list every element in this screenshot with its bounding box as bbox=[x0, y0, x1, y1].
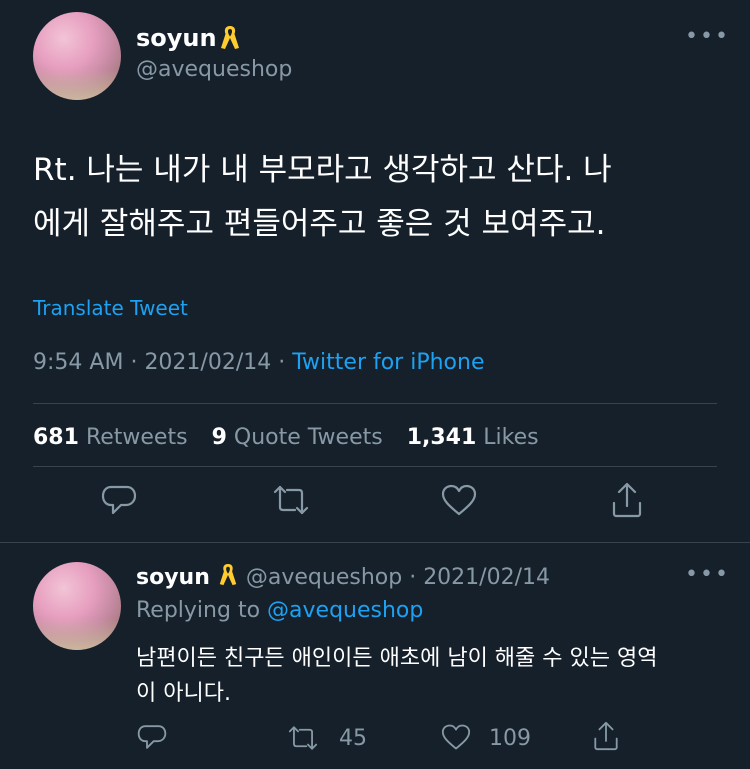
reply-text-line-2: 이 아니다. bbox=[136, 681, 231, 706]
meta-sep: · bbox=[130, 350, 138, 375]
tweet-text-line-2: 에게 잘해주고 편들어주고 좋은 것 보여주고. bbox=[33, 206, 606, 242]
share-icon[interactable] bbox=[610, 481, 644, 519]
heart-icon[interactable] bbox=[440, 723, 472, 751]
tweet-source-link[interactable]: Twitter for iPhone bbox=[292, 350, 484, 375]
meta-sep: · bbox=[278, 350, 286, 375]
tweet-date[interactable]: 2021/02/14 bbox=[144, 350, 271, 375]
main-avatar[interactable] bbox=[33, 12, 121, 100]
reply-header: soyun @avequeshop · 2021/02/14 bbox=[136, 562, 550, 594]
divider bbox=[33, 466, 717, 467]
divider bbox=[33, 403, 717, 404]
tweet-metadata: 9:54 AM · 2021/02/14 · Twitter for iPhon… bbox=[33, 350, 484, 375]
heart-icon[interactable] bbox=[440, 483, 478, 517]
more-dots-icon[interactable]: ••• bbox=[685, 562, 730, 587]
share-icon[interactable] bbox=[592, 720, 620, 752]
main-display-name[interactable]: soyun bbox=[136, 24, 217, 52]
tweet-stats: 681 Retweets 9 Quote Tweets 1,341 Likes bbox=[33, 425, 539, 450]
meta-sep: · bbox=[409, 565, 417, 590]
reply-display-name[interactable]: soyun bbox=[136, 565, 210, 590]
likes-label: Likes bbox=[483, 425, 539, 450]
retweet-icon[interactable] bbox=[270, 483, 312, 517]
divider bbox=[0, 542, 750, 543]
yellow-ribbon-icon bbox=[218, 24, 242, 52]
retweets-label: Retweets bbox=[85, 425, 188, 450]
retweets-count: 681 bbox=[33, 425, 79, 450]
quotes-stat[interactable]: 9 Quote Tweets bbox=[212, 425, 390, 450]
reply-date[interactable]: 2021/02/14 bbox=[423, 565, 550, 590]
replying-prefix: Replying to bbox=[136, 598, 261, 623]
tweet-text-line-1: Rt. 나는 내가 내 부모라고 생각하고 산다. 나 bbox=[33, 152, 612, 188]
reply-avatar[interactable] bbox=[33, 562, 121, 650]
main-handle[interactable]: @avequeshop bbox=[136, 57, 292, 82]
reply-retweet-count[interactable]: 45 bbox=[339, 726, 367, 751]
reply-icon[interactable] bbox=[101, 482, 137, 518]
quotes-count: 9 bbox=[211, 425, 227, 450]
translate-tweet-link[interactable]: Translate Tweet bbox=[33, 296, 188, 320]
quotes-label: Quote Tweets bbox=[233, 425, 383, 450]
reply-like-count[interactable]: 109 bbox=[489, 726, 531, 751]
replying-to-link[interactable]: @avequeshop bbox=[267, 598, 423, 623]
retweets-stat[interactable]: 681 Retweets bbox=[33, 425, 195, 450]
likes-count: 1,341 bbox=[406, 425, 477, 450]
reply-handle[interactable]: @avequeshop bbox=[246, 565, 402, 590]
reply-text-line-1: 남편이든 친구든 애인이든 애초에 남이 해줄 수 있는 영역 bbox=[136, 646, 658, 671]
yellow-ribbon-icon bbox=[217, 562, 239, 594]
replying-to: Replying to @avequeshop bbox=[136, 598, 423, 623]
more-dots-icon[interactable]: ••• bbox=[685, 24, 730, 49]
likes-stat[interactable]: 1,341 Likes bbox=[407, 425, 539, 450]
tweet-time[interactable]: 9:54 AM bbox=[33, 350, 123, 375]
reply-icon[interactable] bbox=[137, 722, 167, 752]
retweet-icon[interactable] bbox=[285, 724, 321, 752]
